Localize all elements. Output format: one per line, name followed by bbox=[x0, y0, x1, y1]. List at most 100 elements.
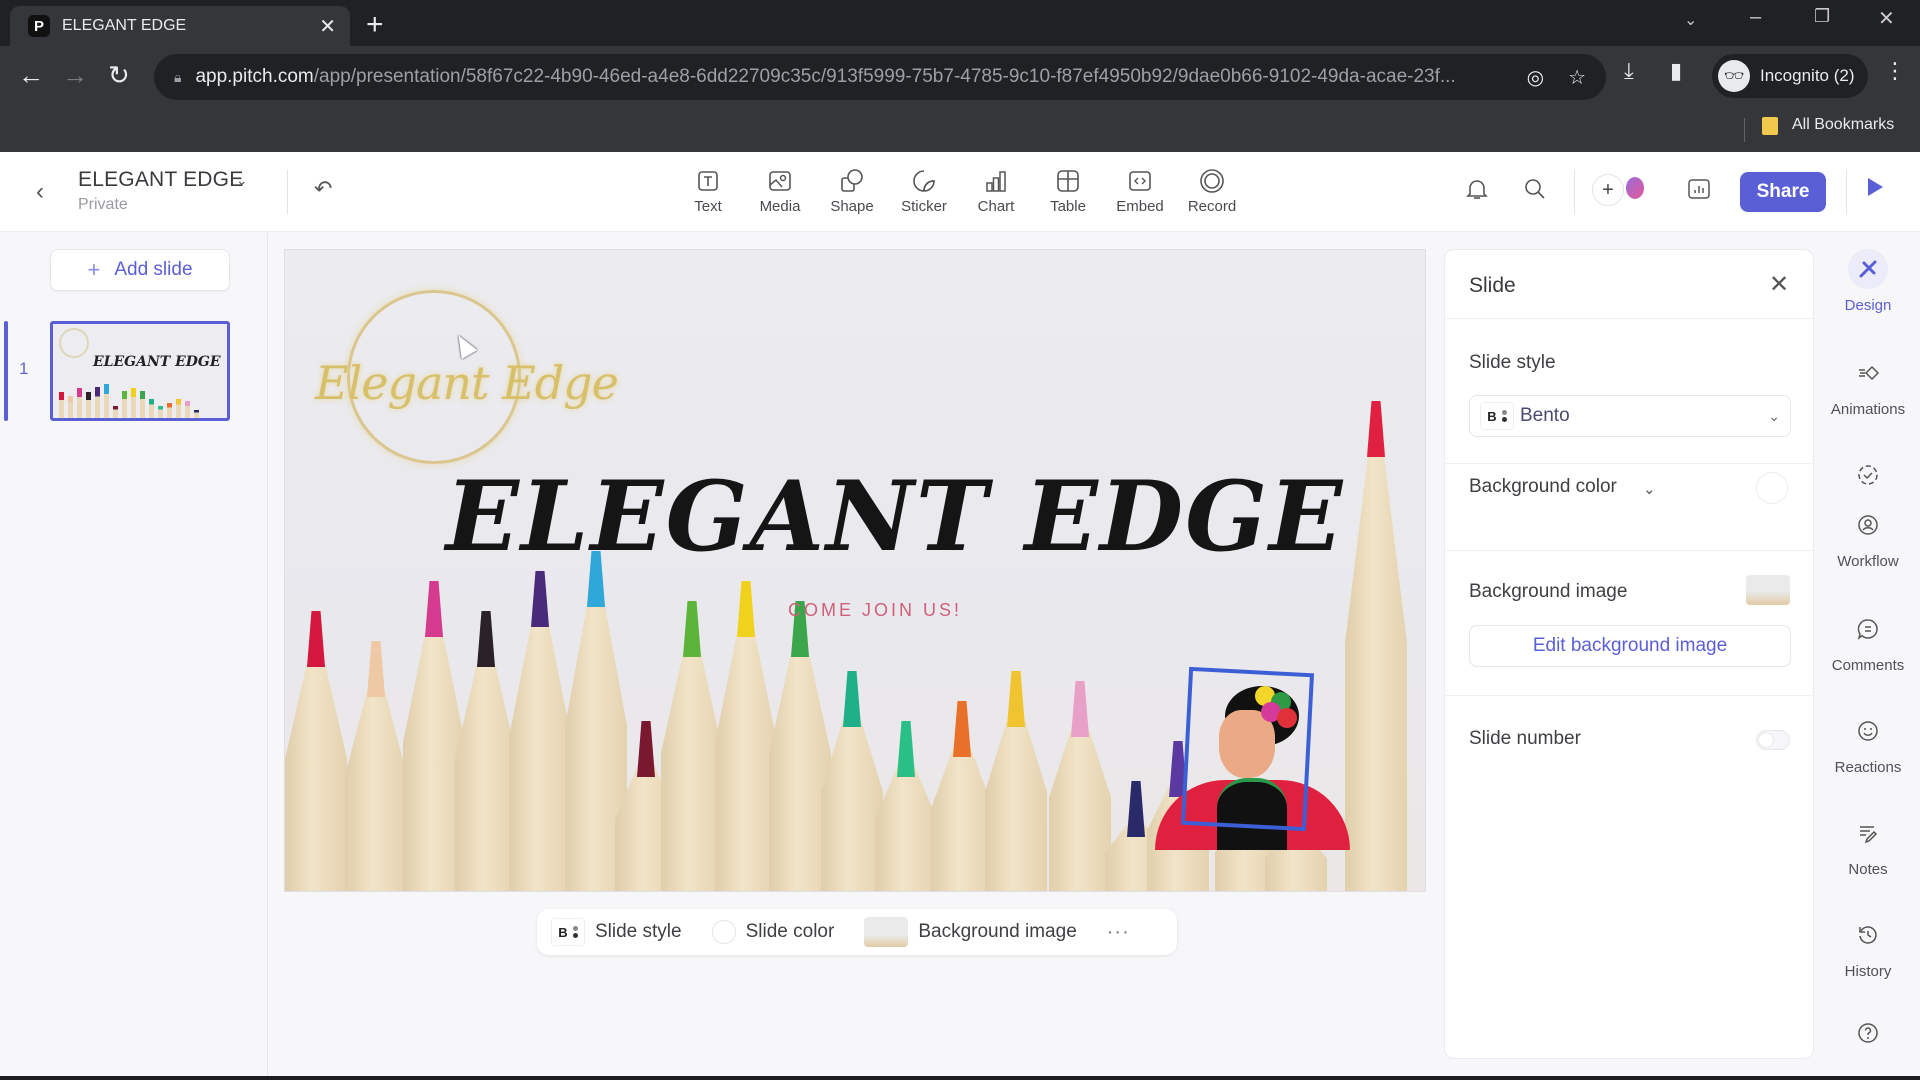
tool-media[interactable]: Media bbox=[748, 168, 812, 215]
chevron-down-icon[interactable]: ⌄ bbox=[236, 172, 248, 189]
pencil bbox=[985, 671, 1047, 891]
rail-comments[interactable]: Comments bbox=[1816, 609, 1920, 674]
download-icon[interactable]: ⤓ bbox=[1624, 58, 1634, 84]
thumbnail-pencil bbox=[122, 390, 127, 418]
slide-style-select[interactable]: B Bento ⌄ bbox=[1469, 395, 1791, 437]
minimize-icon[interactable]: – bbox=[1750, 6, 1761, 29]
portrait-sticker[interactable] bbox=[1155, 666, 1355, 850]
thumbnail-pencil bbox=[95, 386, 100, 418]
new-tab-icon[interactable]: + bbox=[366, 8, 384, 42]
thumbnail-pencil bbox=[167, 403, 172, 418]
thumbnail-pencil bbox=[113, 405, 118, 418]
slide-quick-toolbar: B Slide style Slide color Background ima… bbox=[537, 909, 1177, 955]
reload-icon[interactable]: ↻ bbox=[108, 60, 130, 91]
search-icon[interactable] bbox=[1522, 176, 1548, 207]
thumbnail-pencil bbox=[149, 399, 154, 418]
tool-chart[interactable]: Chart bbox=[964, 168, 1028, 215]
url-host: app.pitch.com bbox=[195, 66, 314, 87]
incognito-profile-button[interactable]: 👓︎ Incognito (2) bbox=[1712, 54, 1868, 98]
chart-icon bbox=[986, 171, 1006, 192]
restore-icon[interactable]: ❐ bbox=[1814, 6, 1830, 27]
rail-label: Reactions bbox=[1834, 759, 1902, 776]
tool-table[interactable]: Table bbox=[1036, 168, 1100, 215]
tracking-eye-off-icon[interactable]: ◎ bbox=[1527, 65, 1544, 90]
close-icon[interactable]: ✕ bbox=[1769, 270, 1789, 299]
tool-label: Table bbox=[1050, 198, 1086, 215]
undo-icon[interactable]: ↶ bbox=[314, 176, 332, 202]
address-bar[interactable]: 🔒︎ app.pitch.com /app/presentation/58f67… bbox=[154, 54, 1606, 100]
app-header: ‹ ELEGANT EDGE ⌄ Private ↶ Text Media Sh… bbox=[0, 152, 1920, 232]
tool-text[interactable]: Text bbox=[676, 168, 740, 215]
table-icon bbox=[1057, 170, 1079, 192]
bookmarks-divider bbox=[1744, 118, 1745, 142]
tab-close-icon[interactable]: ✕ bbox=[319, 14, 336, 39]
shape-icon bbox=[841, 169, 863, 192]
active-slide-indicator bbox=[4, 321, 8, 421]
chevron-down-icon[interactable]: ⌄ bbox=[1643, 480, 1656, 498]
rail-history[interactable]: History bbox=[1816, 915, 1920, 980]
rail-notes[interactable]: Notes bbox=[1816, 813, 1920, 878]
more-options-icon[interactable]: ··· bbox=[1107, 921, 1130, 944]
slide-subtitle[interactable]: COME JOIN US! bbox=[285, 600, 1425, 621]
slide-style-value: Bento bbox=[1520, 405, 1570, 426]
slide-style-button[interactable]: B Slide style bbox=[551, 918, 682, 946]
rail-animations[interactable]: Animations bbox=[1816, 353, 1920, 418]
thumbnail-pencil bbox=[194, 410, 199, 418]
slide-style-heading: Slide style bbox=[1469, 352, 1556, 373]
back-chevron-icon[interactable]: ‹ bbox=[36, 178, 44, 206]
slide-title[interactable]: ELEGANT EDGE bbox=[285, 460, 1425, 573]
slide-thumbnail[interactable]: ELEGANT EDGE bbox=[50, 321, 230, 421]
pitch-favicon-icon: P bbox=[28, 15, 50, 37]
bookmark-star-icon[interactable]: ☆ bbox=[1568, 65, 1586, 90]
tab-search-chevron-icon[interactable]: ⌄ bbox=[1684, 10, 1697, 30]
style-badge-icon: B bbox=[1480, 402, 1514, 430]
rail-workflow[interactable]: Workflow bbox=[1816, 455, 1920, 570]
tool-embed[interactable]: Embed bbox=[1108, 168, 1172, 215]
tool-sticker[interactable]: Sticker bbox=[892, 168, 956, 215]
slide-style-label: Slide style bbox=[595, 921, 682, 942]
rail-label: Workflow bbox=[1837, 553, 1899, 570]
embed-icon bbox=[1129, 171, 1151, 191]
rail-reactions[interactable]: Reactions bbox=[1816, 711, 1920, 776]
analytics-icon[interactable] bbox=[1686, 176, 1712, 207]
add-slide-button[interactable]: + Add slide bbox=[50, 249, 230, 291]
background-color-swatch[interactable] bbox=[1756, 472, 1788, 504]
divider bbox=[1445, 550, 1813, 551]
forward-icon[interactable]: → bbox=[62, 60, 88, 91]
invite-collaborator-button[interactable]: + bbox=[1592, 174, 1624, 206]
thumbnail-logo bbox=[59, 328, 89, 358]
share-button[interactable]: Share bbox=[1740, 172, 1826, 212]
browser-menu-icon[interactable]: ⋮ bbox=[1884, 58, 1906, 84]
tool-label: Media bbox=[759, 198, 801, 215]
slide-color-button[interactable]: Slide color bbox=[711, 920, 834, 944]
profile-label: Incognito (2) bbox=[1760, 66, 1855, 85]
background-image-label: Background image bbox=[918, 921, 1077, 942]
background-image-button[interactable]: Background image bbox=[864, 917, 1077, 947]
divider bbox=[1574, 170, 1575, 214]
slide-number-toggle[interactable] bbox=[1756, 730, 1790, 750]
all-bookmarks-link[interactable]: All Bookmarks bbox=[1792, 116, 1894, 134]
side-panel-icon[interactable]: ▮ bbox=[1670, 58, 1682, 84]
document-title[interactable]: ELEGANT EDGE bbox=[78, 168, 243, 192]
style-badge-icon: B bbox=[551, 918, 585, 946]
rail-label: Animations bbox=[1830, 401, 1906, 418]
back-icon[interactable]: ← bbox=[18, 60, 44, 91]
logo-text[interactable]: Elegant Edge bbox=[315, 356, 619, 410]
background-image-thumbnail[interactable] bbox=[1746, 575, 1790, 605]
notifications-bell-icon[interactable] bbox=[1464, 176, 1490, 207]
chevron-down-icon: ⌄ bbox=[1768, 407, 1780, 424]
divider bbox=[1445, 695, 1813, 696]
present-play-icon[interactable] bbox=[1868, 178, 1883, 196]
tool-shape[interactable]: Shape bbox=[820, 168, 884, 215]
help-button[interactable] bbox=[1816, 1013, 1920, 1053]
window-close-icon[interactable]: ✕ bbox=[1878, 6, 1895, 31]
tool-record[interactable]: Record bbox=[1180, 168, 1244, 215]
media-icon bbox=[769, 171, 791, 191]
browser-toolbar: ← → ↻ 🔒︎ app.pitch.com /app/presentation… bbox=[0, 46, 1920, 108]
edit-background-image-button[interactable]: Edit background image bbox=[1469, 625, 1791, 667]
background-color-label[interactable]: Background color bbox=[1469, 476, 1617, 498]
collaborator-avatar[interactable] bbox=[1626, 177, 1644, 199]
browser-tab[interactable]: P ELEGANT EDGE ✕ bbox=[10, 6, 350, 46]
rail-design[interactable]: Design bbox=[1816, 249, 1920, 314]
rail-label: Comments bbox=[1831, 657, 1905, 674]
